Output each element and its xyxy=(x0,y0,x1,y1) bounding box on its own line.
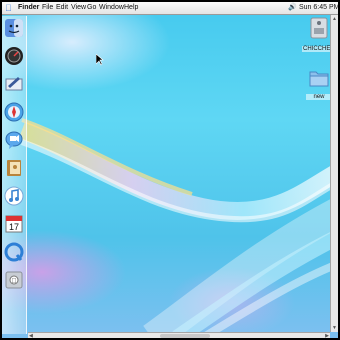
desktop-icon-folder[interactable]: new xyxy=(306,68,332,100)
safari-icon[interactable] xyxy=(4,102,24,122)
volume-icon[interactable]: 🔊 xyxy=(288,2,297,14)
ichat-icon[interactable] xyxy=(4,130,24,150)
scroll-left-icon[interactable]: ◀ xyxy=(29,333,33,338)
desktop[interactable]:  Finder File Edit View Go Window Help 🔊… xyxy=(2,2,338,338)
scroll-up-icon[interactable]: ▲ xyxy=(332,16,337,22)
menu-edit[interactable]: Edit xyxy=(56,2,68,14)
menu-finder[interactable]: Finder xyxy=(18,2,39,14)
menu-view[interactable]: View xyxy=(71,2,86,14)
wallpaper-waves xyxy=(18,118,338,338)
itunes-icon[interactable] xyxy=(4,186,24,206)
folder-icon xyxy=(309,71,329,87)
menu-go[interactable]: Go xyxy=(87,2,96,14)
address-book-icon[interactable] xyxy=(4,158,24,178)
folder-label: new xyxy=(306,94,332,100)
ical-day: 17 xyxy=(9,222,19,232)
mouse-pointer-icon xyxy=(95,53,104,71)
menu-window[interactable]: Window xyxy=(99,2,124,14)
scroll-down-icon[interactable]: ▼ xyxy=(332,325,337,331)
scroll-thumb[interactable] xyxy=(160,334,210,338)
dock: 17  xyxy=(2,16,27,334)
menu-help[interactable]: Help xyxy=(124,2,138,14)
vertical-scrollbar[interactable]: ▲ ▼ xyxy=(330,15,338,332)
system-preferences-icon[interactable]:  xyxy=(4,270,24,290)
horizontal-scrollbar[interactable]: ◀ ▶ xyxy=(28,332,330,338)
menu-bar:  Finder File Edit View Go Window Help 🔊… xyxy=(2,2,338,15)
scroll-right-icon[interactable]: ▶ xyxy=(325,333,329,338)
hard-drive-icon xyxy=(310,17,328,39)
quicktime-icon[interactable] xyxy=(4,242,24,262)
finder-icon[interactable] xyxy=(4,18,24,38)
apple-menu-icon[interactable]:  xyxy=(5,2,15,14)
dashboard-icon[interactable] xyxy=(4,46,24,66)
svg-text::  xyxy=(11,278,16,285)
menu-clock[interactable]: Sun 6:45 PM xyxy=(299,2,338,14)
ical-icon[interactable]: 17 xyxy=(4,214,24,234)
mail-icon[interactable] xyxy=(4,74,24,94)
menu-file[interactable]: File xyxy=(42,2,53,14)
